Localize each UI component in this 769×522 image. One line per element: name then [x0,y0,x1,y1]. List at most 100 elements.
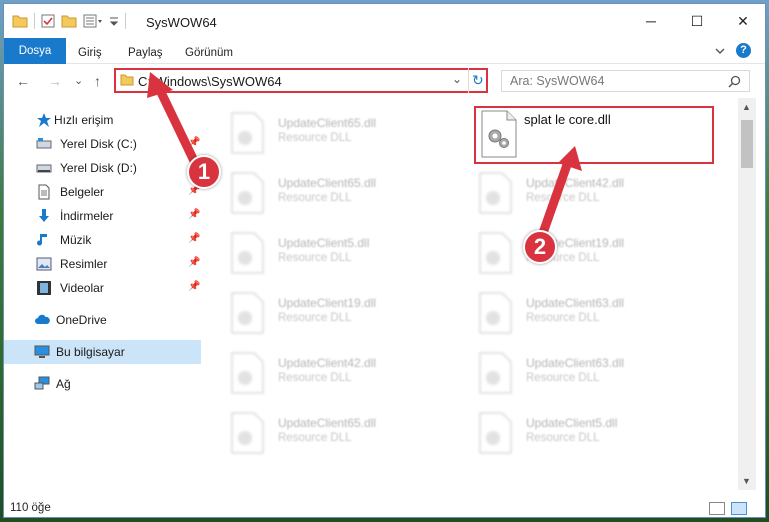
file-item[interactable]: UpdateClient19.dll Resource DLL [204,284,434,336]
picture-icon [36,257,52,271]
search-input[interactable]: Ara: SysWOW64 [501,70,750,92]
scroll-down-icon[interactable]: ▼ [742,476,751,486]
window-title: SysWOW64 [146,15,217,30]
pin-icon[interactable]: 📌 [188,281,200,292]
up-button[interactable]: ↑ [94,73,101,89]
tab-share[interactable]: Paylaş [128,42,163,64]
file-item[interactable]: UpdateClient5.dll Resource DLL [204,224,434,276]
address-dropdown-icon[interactable]: ⌄ [452,72,462,86]
drive-icon [36,138,52,149]
sidebar-item-onedrive[interactable]: OneDrive [4,308,201,332]
network-icon [34,376,50,390]
search-icon[interactable] [728,75,741,88]
file-item[interactable]: UpdateClient63.dll Resource DLL [452,344,682,396]
file-list: UpdateClient65.dll Resource DLL UpdateCl… [204,98,736,498]
search-placeholder: Ara: SysWOW64 [510,74,605,88]
address-bar[interactable]: C:\Windows\SysWOW64 ⌄ ↻ [114,68,488,93]
pin-icon[interactable]: 📌 [188,257,200,268]
file-item[interactable]: UpdateClient65.dll Resource DLL [204,404,434,456]
status-bar: 110 öğe [4,498,765,517]
tab-view[interactable]: Görünüm [185,42,233,64]
maximize-button[interactable]: ☐ [674,4,720,38]
highlighted-file-item[interactable]: splat le core.dll [474,106,714,164]
sidebar-item-quick-access[interactable]: Hızlı erişim [4,108,201,132]
view-switcher [709,502,747,515]
sidebar-item-network[interactable]: Ağ [4,372,201,396]
details-view-icon[interactable] [709,502,725,515]
file-item[interactable]: UpdateClient42.dll Resource DLL [204,344,434,396]
file-item[interactable]: UpdateClient5.dll Resource DLL [452,404,682,456]
chevron-down-icon[interactable] [714,45,726,57]
navigation-pane: Hızlı erişim Yerel Disk (C:) 📌 Yerel Dis… [4,98,201,498]
separator [125,13,126,29]
separator [34,13,35,29]
music-icon [37,234,47,246]
tab-file[interactable]: Dosya [4,38,66,64]
sidebar-item-music[interactable]: Müzik 📌 [4,228,201,252]
file-item[interactable]: UpdateClient63.dll Resource DLL [452,284,682,336]
annotation-marker-2: 2 [523,230,557,264]
file-name: UpdateClient5.dll [278,236,370,250]
title-bar: SysWOW64 ─ ☐ ✕ [4,4,765,38]
pin-icon[interactable]: 📌 [188,137,200,148]
vertical-scrollbar[interactable]: ▲ ▼ [738,98,756,490]
dll-file-icon [479,352,512,394]
help-icon[interactable]: ? [736,43,751,58]
folder-icon [12,15,28,28]
file-type: Resource DLL [526,432,600,444]
sidebar-item-documents[interactable]: Belgeler 📌 [4,180,201,204]
scroll-thumb[interactable] [741,120,753,168]
pin-icon[interactable]: 📌 [188,233,200,244]
address-row: ← → ⌄ ↑ C:\Windows\SysWOW64 ⌄ ↻ Ara: Sys… [4,64,765,98]
new-folder-icon[interactable] [61,14,77,28]
file-item[interactable]: UpdateClient19.dll Resource DLL [452,224,682,276]
sidebar-item-downloads[interactable]: İndirmeler 📌 [4,204,201,228]
file-item[interactable]: UpdateClient42.dll Resource DLL [452,164,682,216]
dll-file-icon [231,352,264,394]
sidebar-item-label: OneDrive [56,313,107,327]
file-type: Resource DLL [278,312,352,324]
file-name: UpdateClient63.dll [526,356,625,370]
scroll-up-icon[interactable]: ▲ [742,102,751,112]
back-button[interactable]: ← [16,73,30,89]
file-type: Resource DLL [278,432,352,444]
star-icon [37,113,51,127]
properties-icon[interactable] [41,14,55,28]
sidebar-item-label: Resimler [60,257,108,271]
sidebar-item-label: Belgeler [60,185,105,199]
file-type: Resource DLL [526,372,600,384]
file-item[interactable]: UpdateClient65.dll Resource DLL [204,164,434,216]
folder-icon [120,74,134,86]
refresh-button[interactable]: ↻ [472,72,484,89]
sidebar-item-videos[interactable]: Videolar 📌 [4,276,201,300]
document-icon [38,184,50,200]
file-type: Resource DLL [278,132,352,144]
dll-file-icon [479,292,512,334]
download-icon [39,209,49,222]
recent-locations-button[interactable]: ⌄ [74,74,83,87]
tab-home[interactable]: Giriş [78,42,102,64]
quick-access-toolbar [12,13,126,29]
file-name: UpdateClient5.dll [526,416,618,430]
annotation-marker-1: 1 [187,155,221,189]
sidebar-item-local-disk-c[interactable]: Yerel Disk (C:) 📌 [4,132,201,156]
address-path[interactable]: C:\Windows\SysWOW64 [138,74,282,89]
close-button[interactable]: ✕ [720,4,765,38]
large-icons-view-icon[interactable] [731,502,747,515]
sidebar-item-local-disk-d[interactable]: Yerel Disk (D:) 📌 [4,156,201,180]
separator [468,68,469,93]
sidebar-item-pictures[interactable]: Resimler 📌 [4,252,201,276]
dll-file-icon [231,172,264,214]
sidebar-item-label: Ağ [56,377,71,391]
dropdown-icon[interactable] [109,14,119,28]
cloud-icon [35,314,50,324]
customize-icon[interactable] [83,14,103,28]
file-item[interactable]: UpdateClient65.dll Resource DLL [204,104,434,156]
pin-icon[interactable]: 📌 [188,209,200,220]
dll-file-icon [231,112,264,154]
dll-file-icon [479,172,512,214]
minimize-button[interactable]: ─ [628,4,674,38]
forward-button[interactable]: → [48,73,62,89]
file-name: UpdateClient63.dll [526,296,625,310]
sidebar-item-this-pc[interactable]: Bu bilgisayar [4,340,201,364]
